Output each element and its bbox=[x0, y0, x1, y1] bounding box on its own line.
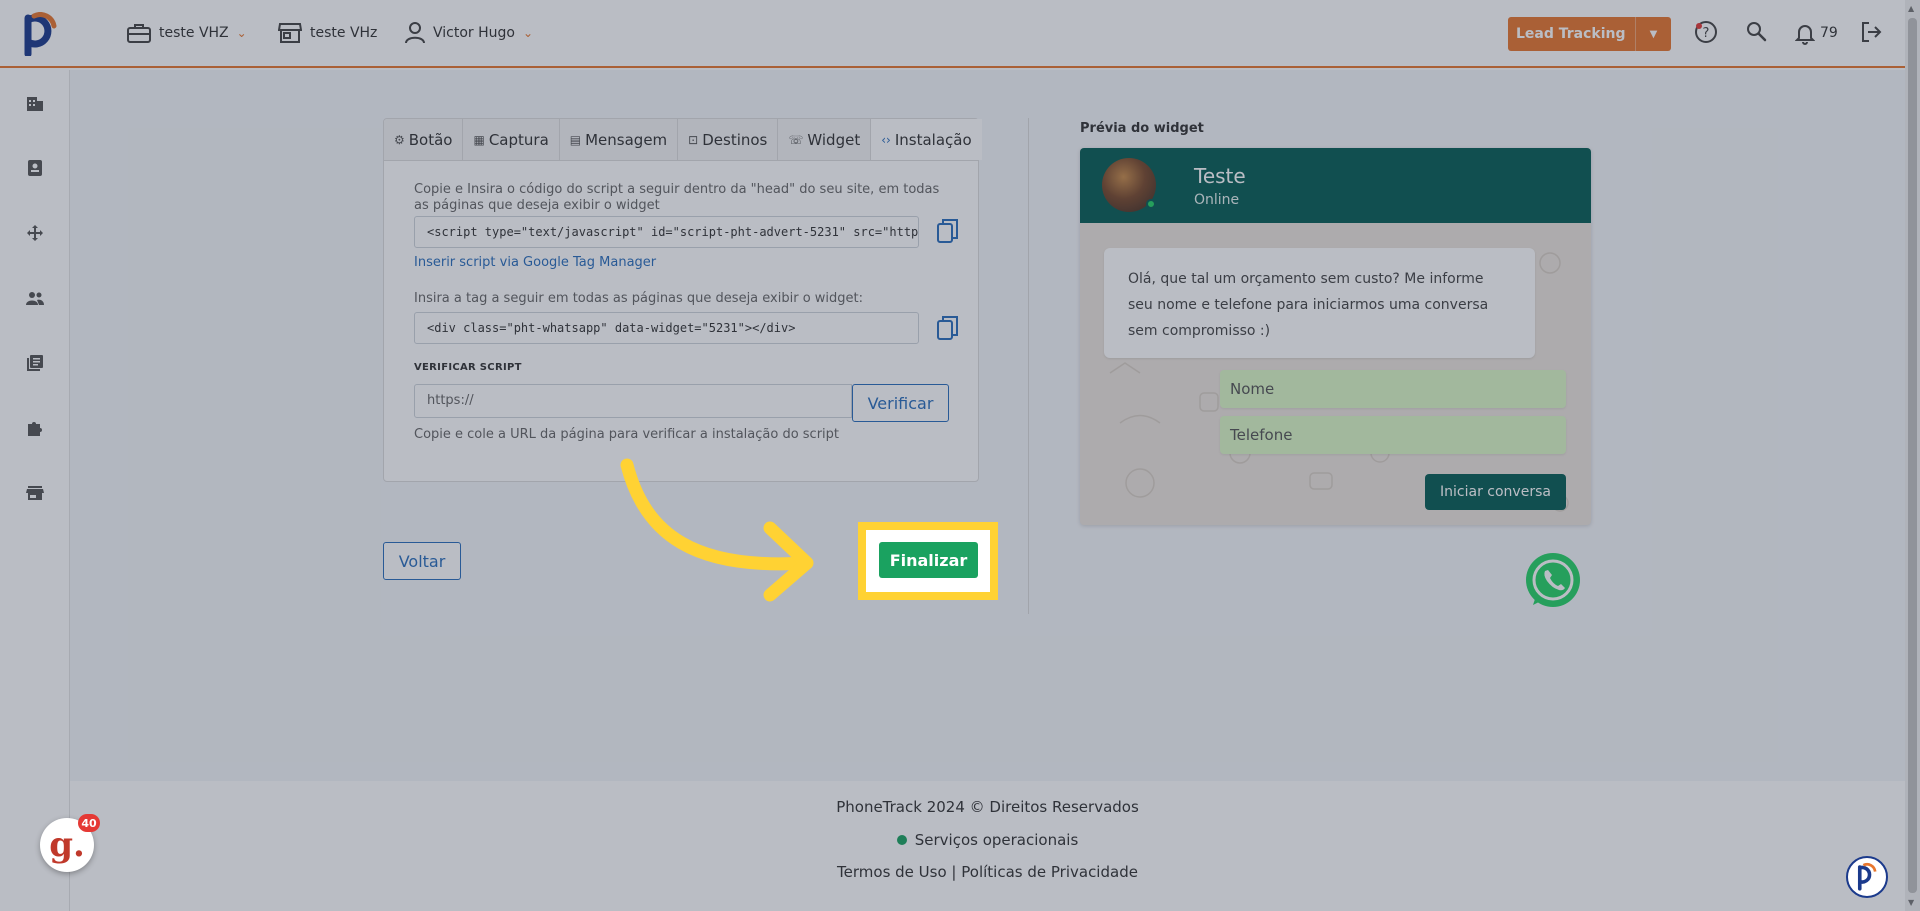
script-instruction: Copie e Insira o código do script a segu… bbox=[414, 182, 940, 213]
tab-captura[interactable]: ▦ Captura bbox=[463, 119, 560, 160]
briefcase-icon bbox=[127, 24, 151, 43]
script-code-field[interactable]: <script type="text/javascript" id="scrip… bbox=[414, 216, 919, 248]
users-icon[interactable] bbox=[25, 288, 45, 308]
terms-link[interactable]: Termos de Uso bbox=[837, 863, 947, 881]
gtm-link[interactable]: Inserir script via Google Tag Manager bbox=[414, 255, 656, 270]
lead-tracking-label: Lead Tracking bbox=[1516, 26, 1626, 42]
privacy-link[interactable]: Políticas de Privacidade bbox=[961, 863, 1138, 881]
notification-count: 79 bbox=[1820, 25, 1838, 41]
library-icon[interactable] bbox=[25, 353, 45, 373]
support-count-badge: 40 bbox=[78, 814, 100, 832]
widget-contact-status: Online bbox=[1194, 192, 1240, 208]
scroll-thumb[interactable] bbox=[1908, 18, 1917, 893]
tutorial-arrow bbox=[620, 458, 814, 602]
back-button[interactable]: Voltar bbox=[383, 542, 461, 580]
gear-icon: ⚙ bbox=[394, 132, 405, 147]
footer: PhoneTrack 2024 © Direitos Reservados Se… bbox=[70, 781, 1905, 911]
start-conversation-button[interactable]: Iniciar conversa bbox=[1425, 474, 1566, 510]
footer-separator: | bbox=[951, 863, 957, 881]
preview-title: Prévia do widget bbox=[1080, 121, 1204, 136]
verify-script-label: VERIFICAR SCRIPT bbox=[414, 362, 522, 373]
caret-down-icon[interactable]: ▼ bbox=[1635, 17, 1671, 51]
sidebar bbox=[0, 70, 70, 911]
verify-help-text: Copie e cole a URL da página para verifi… bbox=[414, 427, 840, 442]
help-icon[interactable]: ? bbox=[1694, 20, 1718, 44]
phonetrack-logo[interactable] bbox=[22, 12, 58, 56]
user-name: Victor Hugo bbox=[433, 25, 515, 41]
tag-code-field[interactable]: <div class="pht-whatsapp" data-widget="5… bbox=[414, 312, 919, 344]
column-divider bbox=[1028, 118, 1029, 614]
scroll-down-icon[interactable]: ▼ bbox=[1908, 898, 1914, 907]
finish-button[interactable]: Finalizar bbox=[879, 542, 978, 578]
widget-preview: Teste Online Olá, que tal um orçamento s… bbox=[1080, 148, 1591, 525]
widget-phone-field[interactable]: Telefone bbox=[1220, 416, 1566, 454]
store-name: teste VHz bbox=[310, 25, 378, 41]
building-icon[interactable] bbox=[25, 93, 45, 113]
widget-contact-name: Teste bbox=[1194, 164, 1246, 188]
widget-tabs: ⚙ Botão ▦ Captura ▤ Mensagem ⊡ Destinos ☏ Wid… bbox=[384, 119, 982, 161]
grid-icon: ▦ bbox=[473, 132, 485, 147]
legal-links: Termos de Uso | Políticas de Privacidade bbox=[70, 863, 1905, 881]
tab-widget[interactable]: ☏ Widget bbox=[778, 119, 872, 160]
bell-icon[interactable] bbox=[1795, 23, 1815, 45]
chevron-down-icon: ⌄ bbox=[522, 26, 534, 40]
store-icon bbox=[278, 23, 302, 43]
verify-button[interactable]: Verificar bbox=[852, 384, 949, 422]
top-bar: teste VHZ ⌄ teste VHz Victor Hugo ⌄ Lead… bbox=[0, 0, 1905, 68]
user-icon bbox=[405, 22, 425, 44]
copy-tag-icon[interactable] bbox=[936, 315, 960, 341]
whatsapp-float-icon[interactable] bbox=[1523, 551, 1583, 611]
scroll-up-icon[interactable]: ▲ bbox=[1908, 4, 1914, 13]
lead-tracking-button[interactable]: Lead Tracking ▼ bbox=[1508, 17, 1671, 51]
logout-icon[interactable] bbox=[1860, 21, 1882, 43]
tag-instruction: Insira a tag a seguir em todas as página… bbox=[414, 291, 864, 306]
page-scrollbar[interactable]: ▲ ▼ bbox=[1905, 0, 1920, 911]
service-status: Serviços operacionais bbox=[70, 831, 1905, 849]
storefront-icon[interactable] bbox=[25, 483, 45, 503]
search-icon[interactable] bbox=[1745, 20, 1767, 42]
code-icon: ‹› bbox=[881, 132, 891, 147]
tab-destinos[interactable]: ⊡ Destinos bbox=[678, 119, 779, 160]
move-icon[interactable] bbox=[25, 223, 45, 243]
support-widget-label: g. bbox=[49, 825, 85, 865]
phonetrack-float-logo[interactable] bbox=[1846, 856, 1888, 898]
service-status-text: Serviços operacionais bbox=[914, 831, 1079, 849]
user-menu[interactable]: Victor Hugo ⌄ bbox=[405, 22, 533, 44]
contact-card-icon[interactable] bbox=[25, 158, 45, 178]
widget-message-bubble: Olá, que tal um orçamento sem custo? Me … bbox=[1104, 248, 1535, 358]
widget-header: Teste Online bbox=[1080, 148, 1591, 223]
message-icon: ▤ bbox=[569, 132, 582, 147]
copy-script-icon[interactable] bbox=[936, 218, 960, 244]
company-name: teste VHZ bbox=[159, 25, 229, 41]
widget-name-field[interactable]: Nome bbox=[1220, 370, 1566, 408]
svg-text:?: ? bbox=[1703, 26, 1710, 41]
online-indicator bbox=[1146, 199, 1156, 209]
tab-mensagem[interactable]: ▤ Mensagem bbox=[560, 119, 679, 160]
copyright: PhoneTrack 2024 © Direitos Reservados bbox=[836, 798, 1139, 816]
main-content bbox=[70, 70, 1905, 781]
company-selector[interactable]: teste VHZ ⌄ bbox=[127, 22, 247, 44]
status-dot bbox=[896, 834, 907, 845]
store-selector[interactable]: teste VHz bbox=[278, 22, 377, 44]
verify-url-input[interactable]: https:// bbox=[414, 384, 852, 418]
whatsapp-icon: ☏ bbox=[788, 132, 804, 147]
puzzle-icon[interactable] bbox=[25, 418, 45, 438]
destinations-icon: ⊡ bbox=[688, 132, 699, 147]
installation-card: ⚙ Botão ▦ Captura ▤ Mensagem ⊡ Destinos ☏ Wid… bbox=[383, 118, 982, 482]
chevron-down-icon: ⌄ bbox=[236, 26, 247, 40]
tab-botao[interactable]: ⚙ Botão bbox=[384, 119, 464, 160]
tab-instalacao[interactable]: ‹› Instalação bbox=[871, 119, 982, 160]
